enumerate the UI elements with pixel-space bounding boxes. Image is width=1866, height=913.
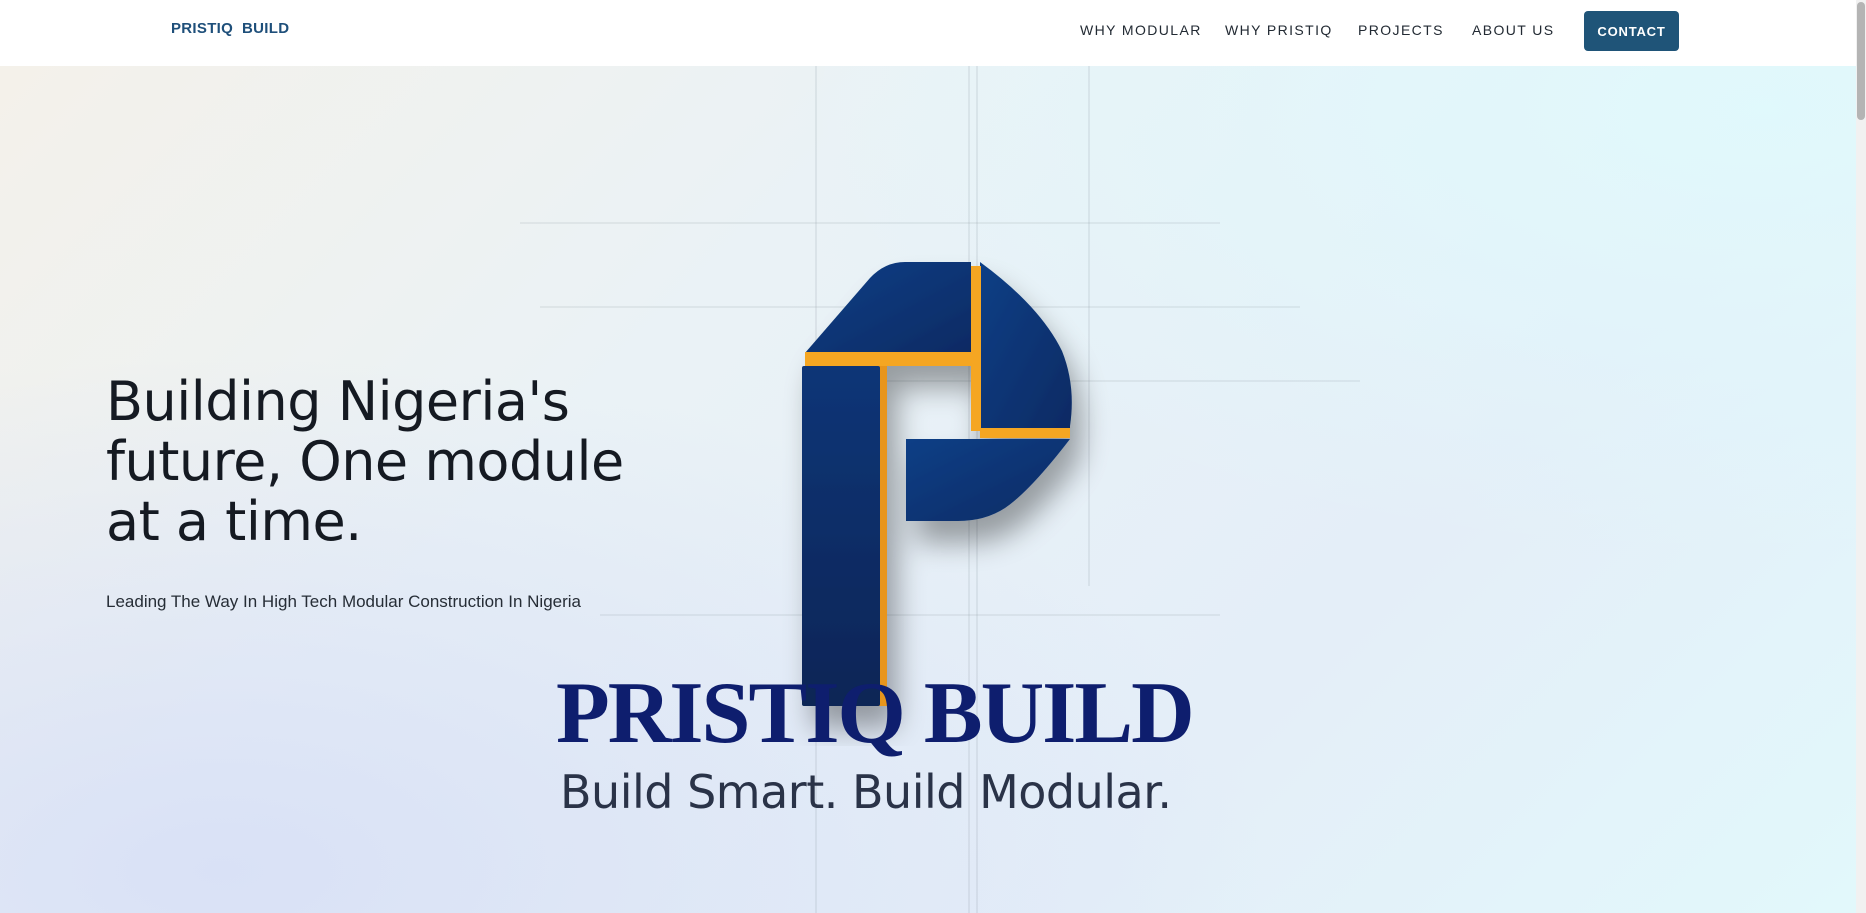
- contact-button[interactable]: CONTACT: [1584, 11, 1679, 51]
- logo-slogan: Build Smart. Build Modular.: [560, 765, 1172, 819]
- nav-link-why-pristiq[interactable]: WHY PRISTIQ: [1225, 22, 1333, 38]
- hero-section: Building Nigeria's future, One module at…: [0, 66, 1856, 913]
- nav-links: WHY MODULAR WHY PRISTIQ PROJECTS ABOUT U…: [0, 0, 1856, 66]
- logo-wordmark: PRISTIQ BUILD: [556, 665, 1195, 762]
- nav-link-about-us[interactable]: ABOUT US: [1472, 22, 1555, 38]
- pristiq-p-logo-icon: [802, 262, 1072, 706]
- hero-headline: Building Nigeria's future, One module at…: [106, 370, 624, 553]
- nav-link-projects[interactable]: PROJECTS: [1358, 22, 1444, 38]
- scrollbar-thumb[interactable]: [1857, 2, 1865, 120]
- page-scrollbar[interactable]: [1856, 0, 1866, 913]
- top-navbar: PRISTIQ BUILD WHY MODULAR WHY PRISTIQ PR…: [0, 0, 1856, 66]
- nav-link-why-modular[interactable]: WHY MODULAR: [1080, 22, 1202, 38]
- hero-tagline: Leading The Way In High Tech Modular Con…: [106, 592, 581, 611]
